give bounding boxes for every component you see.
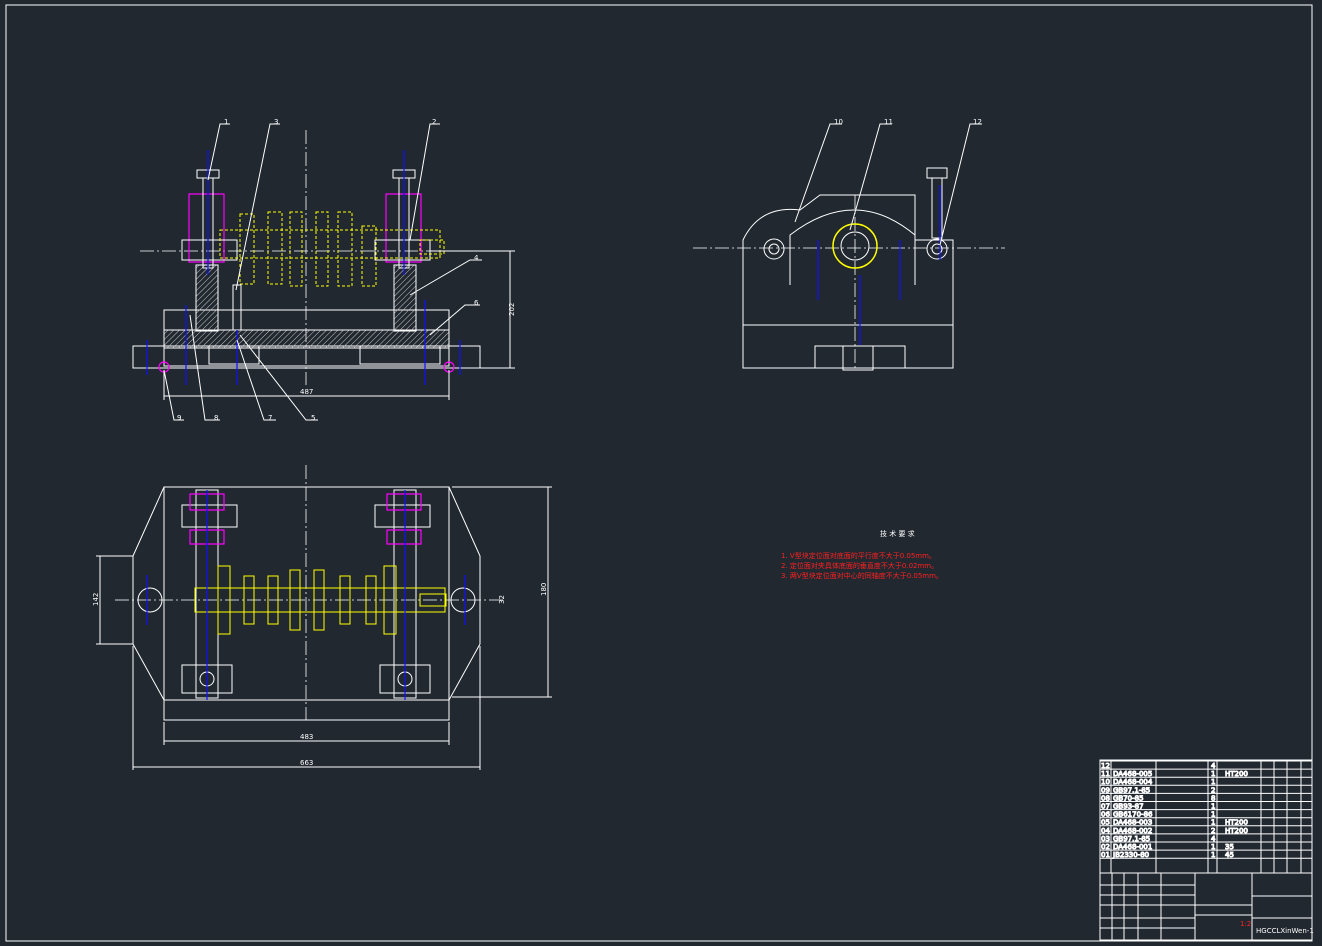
bom-cell: DA468-003 (1113, 819, 1152, 827)
balloon: 10 (834, 118, 843, 126)
bom-cell: GB97.1-85 (1113, 786, 1150, 794)
bom-cell: 09 (1101, 786, 1110, 794)
side-view: 10 11 12 (693, 118, 1005, 371)
title-block: 12 411 DA468-005 1 HT20010 DA468-004 109 GB97.1… (1099, 759, 1314, 941)
bom-cell: GB97.1-85 (1113, 835, 1150, 843)
bom-cell: 35 (1225, 843, 1234, 851)
drawing-number: HGCCLXinWen-1 (1256, 927, 1314, 935)
bom-cell: 08 (1101, 794, 1110, 802)
bom-cell: GB6170-86 (1113, 811, 1153, 819)
bom-cell: DA468-004 (1113, 778, 1153, 786)
bom-cell: DA468-002 (1113, 827, 1152, 835)
bom-cell: 07 (1101, 803, 1110, 811)
bom-cell: 45 (1225, 851, 1234, 859)
plan-view: 483 663 142 180 32 (92, 465, 552, 770)
balloon: 12 (973, 118, 982, 126)
balloon: 2 (432, 118, 436, 126)
bom-cell: 01 (1101, 851, 1110, 859)
balloon: 7 (268, 414, 272, 422)
bom-cell: 4 (1211, 762, 1216, 770)
balloon: 6 (474, 299, 479, 307)
bom-cell: 1 (1211, 770, 1215, 778)
front-view: 1 3 2 4 6 9 8 7 5 487 202 (132, 118, 516, 422)
bom-cell: HT200 (1225, 827, 1248, 835)
bom-cell: GB93-87 (1113, 803, 1144, 811)
dimension-height: 202 (508, 303, 516, 316)
bom-cell: 1 (1211, 843, 1215, 851)
dimension-ear-height: 142 (92, 593, 100, 606)
bom-cell: 2 (1211, 786, 1215, 794)
bom-cell: 02 (1101, 843, 1110, 851)
bom-cell: DA468-001 (1113, 843, 1152, 851)
tech-req-item: 3. 两V型块定位面对中心的同轴度不大于0.05mm。 (781, 571, 943, 580)
tech-req-item: 1. V型块定位面对底面的平行度不大于0.05mm。 (781, 551, 936, 560)
balloon: 4 (474, 254, 479, 262)
bom-cell: JB2330-80 (1112, 851, 1149, 859)
dimension-depth: 180 (540, 583, 548, 596)
dimension-width: 487 (300, 388, 313, 396)
bom-cell: 1 (1211, 803, 1215, 811)
bom-cell: 2 (1211, 827, 1215, 835)
balloon: 3 (274, 118, 278, 126)
bom-cell: 1 (1211, 811, 1215, 819)
bom-cell: 05 (1101, 819, 1110, 827)
tech-req-title: 技 术 要 求 (880, 529, 915, 538)
scale-value: 1:2 (1240, 920, 1251, 928)
dimension-inner-width: 483 (300, 733, 313, 741)
bom-cell: HT200 (1225, 819, 1248, 827)
technical-requirements: 技 术 要 求 1. V型块定位面对底面的平行度不大于0.05mm。 2. 定位… (781, 529, 943, 580)
bom-cell: 1 (1211, 819, 1215, 827)
bom-cell: 1 (1211, 851, 1215, 859)
bom-cell: 12 (1101, 762, 1110, 770)
dimension-overall-width: 663 (300, 759, 313, 767)
bom-cell: DA468-005 (1113, 770, 1152, 778)
bom-cell: 10 (1101, 778, 1110, 786)
cad-drawing: 1 3 2 4 6 9 8 7 5 487 202 10 11 12 483 6… (5, 4, 1314, 942)
balloon: 5 (311, 414, 315, 422)
dimension-shaft: 32 (498, 595, 506, 604)
bom-cell: 4 (1211, 835, 1216, 843)
bom-cell: GB70-85 (1113, 794, 1144, 802)
bom-cell: 1 (1211, 778, 1215, 786)
balloon: 8 (214, 414, 218, 422)
bom-cell: 03 (1101, 835, 1110, 843)
bom-cell: 06 (1101, 811, 1110, 819)
bom-cell: HT200 (1225, 770, 1248, 778)
bom-cell: 8 (1211, 794, 1215, 802)
bom-cell: 04 (1101, 827, 1110, 835)
balloon: 9 (177, 414, 181, 422)
bom-cell: 11 (1101, 770, 1110, 778)
balloon: 11 (884, 118, 893, 126)
tech-req-item: 2. 定位面对夹具体底面的垂直度不大于0.02mm。 (781, 561, 938, 570)
balloon: 1 (224, 118, 228, 126)
